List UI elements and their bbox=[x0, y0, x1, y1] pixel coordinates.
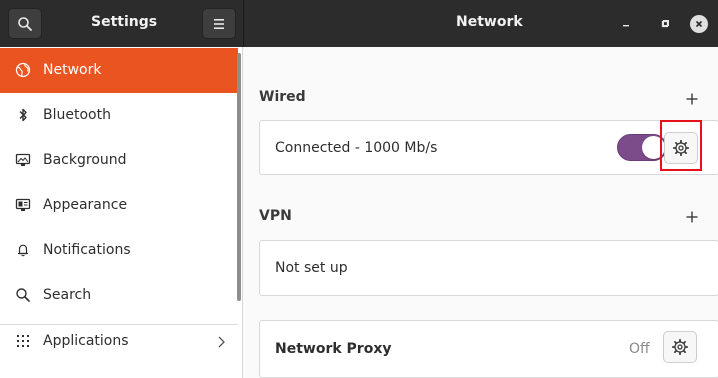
sidebar-item-label: Network bbox=[43, 62, 102, 78]
plus-icon bbox=[686, 211, 698, 223]
sidebar-header: Settings bbox=[0, 0, 243, 47]
sidebar-item-notifications[interactable]: Notifications bbox=[0, 228, 238, 273]
monitor-icon bbox=[14, 151, 32, 169]
menu-button[interactable] bbox=[202, 8, 236, 39]
network-panel: Wired Connected - 1000 Mb/s VPN Not set … bbox=[244, 47, 718, 378]
sidebar-item-label: Notifications bbox=[43, 242, 131, 258]
header-bar: Settings Network bbox=[0, 0, 718, 47]
search-icon bbox=[14, 286, 32, 304]
close-button[interactable] bbox=[690, 15, 708, 33]
minimize-button[interactable] bbox=[617, 15, 635, 33]
search-icon bbox=[18, 16, 32, 31]
sidebar-item-label: Applications bbox=[43, 333, 129, 349]
network-proxy-status: Off bbox=[629, 341, 650, 357]
vpn-section-title: VPN bbox=[259, 208, 292, 224]
wired-section-title: Wired bbox=[259, 89, 306, 105]
maximize-button[interactable] bbox=[656, 15, 674, 33]
sidebar-item-label: Appearance bbox=[43, 197, 128, 213]
sidebar-item-label: Search bbox=[43, 287, 92, 303]
sidebar-item-applications[interactable]: Applications bbox=[0, 319, 238, 364]
chevron-right-icon bbox=[216, 334, 226, 353]
wired-connection-card: Connected - 1000 Mb/s bbox=[259, 120, 718, 175]
sidebar-scrollbar[interactable] bbox=[237, 53, 241, 301]
network-proxy-settings-button[interactable] bbox=[663, 331, 697, 363]
sidebar-item-label: Bluetooth bbox=[43, 107, 111, 123]
add-wired-button[interactable] bbox=[682, 89, 702, 109]
vpn-card: Not set up bbox=[259, 240, 718, 296]
sidebar-item-appearance[interactable]: Appearance bbox=[0, 183, 238, 228]
gear-icon bbox=[671, 338, 689, 356]
sidebar-item-background[interactable]: Background bbox=[0, 138, 238, 183]
search-button[interactable] bbox=[8, 8, 42, 39]
appearance-icon bbox=[14, 196, 32, 214]
bell-icon bbox=[14, 241, 32, 259]
maximize-icon bbox=[661, 20, 669, 28]
minimize-icon bbox=[623, 25, 629, 27]
sidebar-item-network[interactable]: Network bbox=[0, 48, 238, 93]
hamburger-menu-icon bbox=[214, 18, 224, 29]
apps-grid-icon bbox=[14, 332, 32, 350]
vpn-status: Not set up bbox=[275, 260, 348, 276]
plus-icon bbox=[686, 93, 698, 105]
page-title: Network bbox=[456, 14, 523, 30]
close-icon bbox=[695, 20, 703, 28]
sidebar-item-search[interactable]: Search bbox=[0, 273, 238, 318]
settings-title: Settings bbox=[91, 14, 158, 30]
header-divider bbox=[243, 0, 244, 47]
wired-connection-status: Connected - 1000 Mb/s bbox=[275, 140, 438, 156]
sidebar-item-label: Background bbox=[43, 152, 127, 168]
add-vpn-button[interactable] bbox=[682, 207, 702, 227]
bluetooth-icon bbox=[14, 106, 32, 124]
globe-icon bbox=[14, 61, 32, 79]
network-proxy-title: Network Proxy bbox=[275, 341, 392, 357]
highlight-box bbox=[660, 120, 702, 171]
sidebar-item-bluetooth[interactable]: Bluetooth bbox=[0, 93, 238, 138]
sidebar: Network Bluetooth Background Appearance … bbox=[0, 47, 243, 378]
